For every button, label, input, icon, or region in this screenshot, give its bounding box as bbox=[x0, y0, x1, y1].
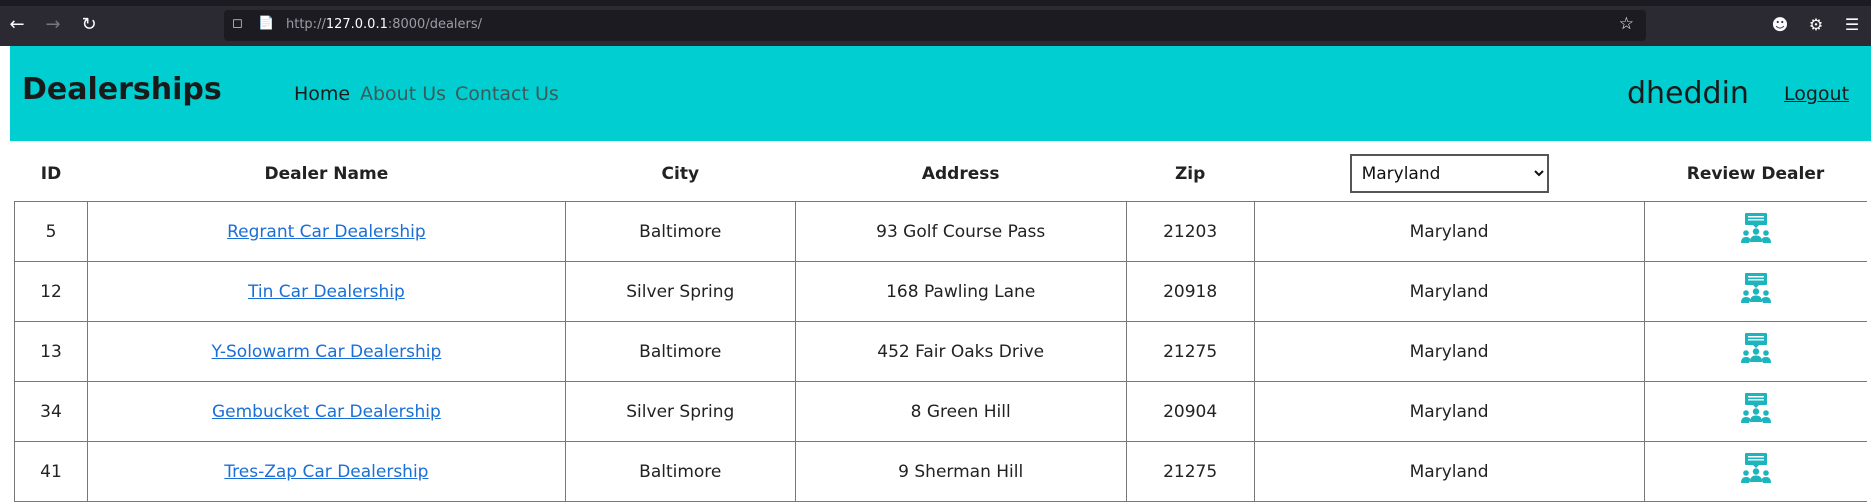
cell-zip: 21275 bbox=[1125, 321, 1255, 382]
cell-city: Baltimore bbox=[564, 201, 796, 262]
cell-dealer-name: Y-Solowarm Car Dealership bbox=[86, 321, 566, 382]
cell-state: Maryland bbox=[1253, 381, 1645, 442]
page-icon: 📄 bbox=[258, 16, 275, 31]
cell-dealer-name: Gembucket Car Dealership bbox=[86, 381, 566, 442]
navbar: Dealerships Home About Us Contact Us dhe… bbox=[10, 46, 1871, 141]
cell-city: Silver Spring bbox=[564, 261, 796, 322]
cell-id: 13 bbox=[14, 321, 88, 382]
nav-contact-link[interactable]: Contact Us bbox=[455, 83, 559, 105]
cell-state: Maryland bbox=[1253, 321, 1645, 382]
reload-icon[interactable]: ↻ bbox=[78, 14, 100, 36]
cell-dealer-name: Tin Car Dealership bbox=[86, 261, 566, 322]
cell-state: Maryland bbox=[1253, 441, 1645, 502]
cell-review bbox=[1643, 381, 1867, 442]
table-row: 41 Tres-Zap Car Dealership Baltimore 9 S… bbox=[14, 441, 1867, 502]
dealers-table: ID Dealer Name City Address Zip Maryland… bbox=[14, 146, 1867, 502]
cell-city: Baltimore bbox=[564, 441, 796, 502]
page: Dealerships Home About Us Contact Us dhe… bbox=[10, 46, 1871, 504]
cell-id: 5 bbox=[14, 201, 88, 262]
browser-toolbar: ← → ↻ ◻ 📄 http://127.0.0.1:8000/dealers/… bbox=[0, 0, 1871, 46]
url-text[interactable]: http://127.0.0.1:8000/dealers/ bbox=[286, 17, 482, 32]
dealer-name-link[interactable]: Tres-Zap Car Dealership bbox=[224, 462, 428, 482]
header-id: ID bbox=[14, 146, 88, 202]
bookmark-star-icon[interactable]: ☆ bbox=[1619, 14, 1634, 34]
cell-address: 8 Green Hill bbox=[794, 381, 1127, 442]
header-zip: Zip bbox=[1126, 146, 1255, 202]
dealer-name-link[interactable]: Y-Solowarm Car Dealership bbox=[212, 342, 442, 362]
logout-link[interactable]: Logout bbox=[1784, 83, 1849, 105]
cell-id: 12 bbox=[14, 261, 88, 322]
extensions-icon[interactable]: ⚙ bbox=[1806, 15, 1826, 34]
cell-dealer-name: Regrant Car Dealership bbox=[86, 201, 566, 262]
review-dealer-icon[interactable] bbox=[1739, 212, 1773, 246]
cell-review bbox=[1643, 321, 1867, 382]
address-bar[interactable]: ◻ 📄 http://127.0.0.1:8000/dealers/ ☆ bbox=[224, 10, 1646, 41]
cell-state: Maryland bbox=[1253, 201, 1645, 262]
menu-icon[interactable]: ☰ bbox=[1842, 15, 1862, 34]
cell-address: 9 Sherman Hill bbox=[794, 441, 1127, 502]
review-dealer-icon[interactable] bbox=[1739, 332, 1773, 366]
nav-about-link[interactable]: About Us bbox=[360, 83, 446, 105]
dealer-name-link[interactable]: Tin Car Dealership bbox=[248, 282, 405, 302]
shield-icon[interactable]: ◻ bbox=[232, 16, 243, 31]
cell-city: Baltimore bbox=[564, 321, 796, 382]
brand-title[interactable]: Dealerships bbox=[22, 72, 222, 107]
table-row: 13 Y-Solowarm Car Dealership Baltimore 4… bbox=[14, 321, 1867, 382]
header-city: City bbox=[565, 146, 796, 202]
state-filter-select[interactable]: Maryland bbox=[1349, 154, 1549, 193]
review-dealer-icon[interactable] bbox=[1739, 392, 1773, 426]
cell-id: 34 bbox=[14, 381, 88, 442]
header-dealer-name: Dealer Name bbox=[87, 146, 566, 202]
back-icon[interactable]: ← bbox=[6, 14, 28, 36]
cell-id: 41 bbox=[14, 441, 88, 502]
account-icon[interactable]: ☻ bbox=[1770, 15, 1790, 34]
nav-home-link[interactable]: Home bbox=[294, 83, 350, 105]
header-state-filter: Maryland bbox=[1254, 146, 1645, 202]
cell-zip: 21203 bbox=[1125, 201, 1255, 262]
header-address: Address bbox=[795, 146, 1127, 202]
cell-zip: 21275 bbox=[1125, 441, 1255, 502]
cell-state: Maryland bbox=[1253, 261, 1645, 322]
cell-dealer-name: Tres-Zap Car Dealership bbox=[86, 441, 566, 502]
table-row: 5 Regrant Car Dealership Baltimore 93 Go… bbox=[14, 201, 1867, 262]
table-body: 5 Regrant Car Dealership Baltimore 93 Go… bbox=[14, 201, 1867, 502]
dealer-name-link[interactable]: Gembucket Car Dealership bbox=[212, 402, 441, 422]
review-dealer-icon[interactable] bbox=[1739, 272, 1773, 306]
header-review-dealer: Review Dealer bbox=[1644, 146, 1867, 202]
dealer-name-link[interactable]: Regrant Car Dealership bbox=[227, 222, 426, 242]
cell-review bbox=[1643, 261, 1867, 322]
table-row: 34 Gembucket Car Dealership Silver Sprin… bbox=[14, 381, 1867, 442]
cell-address: 452 Fair Oaks Drive bbox=[794, 321, 1127, 382]
review-dealer-icon[interactable] bbox=[1739, 452, 1773, 486]
cell-zip: 20918 bbox=[1125, 261, 1255, 322]
table-row: 12 Tin Car Dealership Silver Spring 168 … bbox=[14, 261, 1867, 322]
cell-zip: 20904 bbox=[1125, 381, 1255, 442]
cell-city: Silver Spring bbox=[564, 381, 796, 442]
cell-review bbox=[1643, 201, 1867, 262]
forward-icon[interactable]: → bbox=[42, 14, 64, 36]
cell-review bbox=[1643, 441, 1867, 502]
table-header-row: ID Dealer Name City Address Zip Maryland… bbox=[14, 146, 1867, 202]
username: dheddin bbox=[1627, 76, 1749, 111]
cell-address: 168 Pawling Lane bbox=[794, 261, 1127, 322]
cell-address: 93 Golf Course Pass bbox=[794, 201, 1127, 262]
